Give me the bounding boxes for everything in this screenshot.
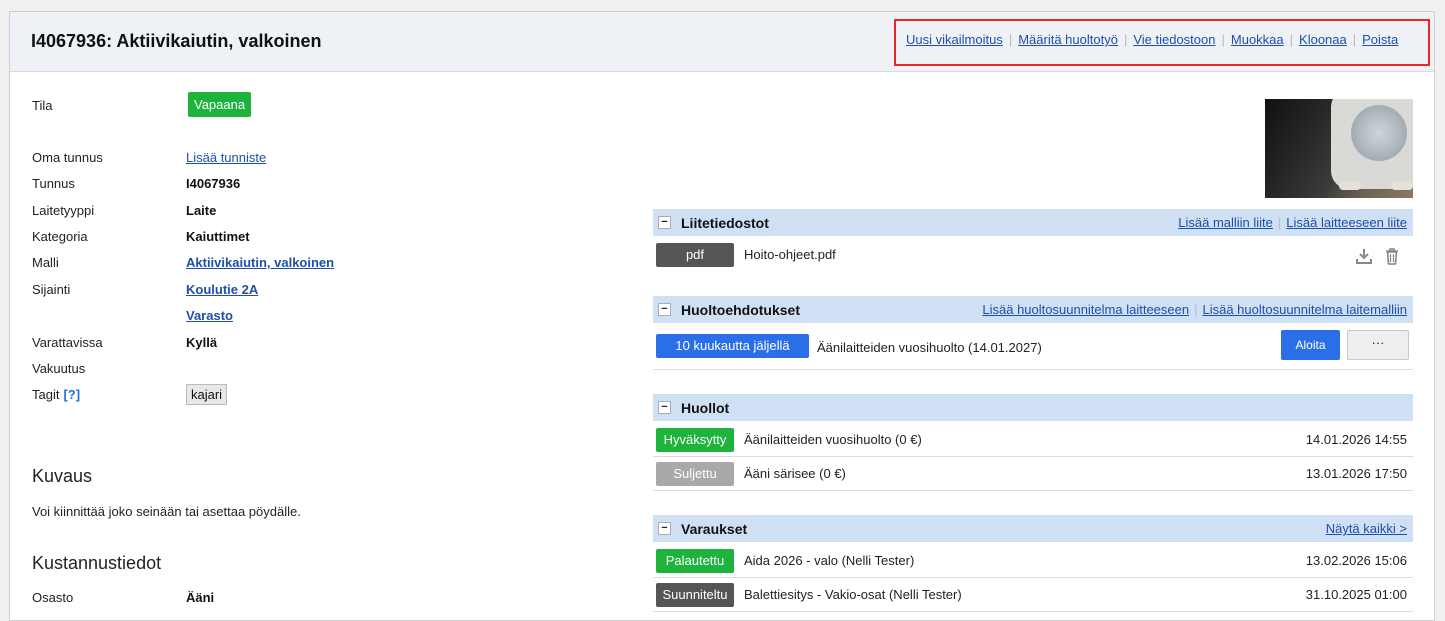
export-link[interactable]: Vie tiedostoon bbox=[1133, 32, 1215, 47]
services-header: − Huollot bbox=[653, 394, 1413, 421]
edit-link[interactable]: Muokkaa bbox=[1231, 32, 1284, 47]
add-plan-to-model-link[interactable]: Lisää huoltosuunnitelma laitemalliin bbox=[1202, 302, 1407, 317]
assign-maintenance-link[interactable]: Määritä huoltotyö bbox=[1018, 32, 1118, 47]
status-badge: Suljettu bbox=[656, 462, 734, 486]
separator: | bbox=[1277, 215, 1282, 230]
reservable-value: Kyllä bbox=[186, 335, 218, 350]
services-title: Huollot bbox=[681, 400, 730, 416]
add-identifier-link[interactable]: Lisää tunniste bbox=[186, 150, 266, 165]
insurance-label: Vakuutus bbox=[32, 361, 86, 376]
service-date: 13.01.2026 17:50 bbox=[1305, 466, 1407, 481]
status-badge: Vapaana bbox=[188, 92, 252, 117]
collapse-icon[interactable]: − bbox=[658, 401, 671, 414]
status-badge: Hyväksytty bbox=[656, 428, 734, 452]
separator: | bbox=[1008, 32, 1013, 47]
attachments-header: − Liitetiedostot Lisää malliin liite | Lis… bbox=[653, 209, 1413, 236]
delete-link[interactable]: Poista bbox=[1362, 32, 1398, 47]
department-label: Osasto bbox=[32, 590, 74, 605]
own-id-label: Oma tunnus bbox=[32, 150, 103, 165]
attachments-title: Liitetiedostot bbox=[681, 215, 769, 231]
new-fault-report-link[interactable]: Uusi vikailmoitus bbox=[906, 32, 1003, 47]
reservations-title: Varaukset bbox=[681, 521, 748, 537]
department-value: Ääni bbox=[186, 590, 215, 605]
description-heading: Kuvaus bbox=[32, 466, 93, 486]
device-type-value: Laite bbox=[186, 203, 217, 218]
status-badge: Palautettu bbox=[656, 549, 734, 573]
add-model-attachment-link[interactable]: Lisää malliin liite bbox=[1178, 215, 1273, 230]
separator: | bbox=[1221, 32, 1225, 47]
add-device-attachment-link[interactable]: Lisää laitteeseen liite bbox=[1286, 215, 1407, 230]
reservation-date: 13.02.2026 15:06 bbox=[1305, 553, 1407, 568]
reservation-row[interactable]: Palautettu Aida 2026 - valo (Nelli Teste… bbox=[653, 544, 1413, 578]
time-remaining-badge: 10 kuukautta jäljellä bbox=[656, 334, 809, 358]
item-detail-page: I4067936: Aktiivikaiutin, valkoinen Uusi… bbox=[9, 11, 1435, 621]
more-options-button[interactable]: ··· bbox=[1347, 330, 1409, 360]
start-button[interactable]: Aloita bbox=[1281, 330, 1340, 360]
maintenance-plan-row: 10 kuukautta jäljellä Äänilaitteiden vuo… bbox=[653, 325, 1413, 370]
separator: | bbox=[1289, 32, 1294, 47]
attachments-links: Lisää malliin liite | Lisää laitteeseen li… bbox=[1178, 215, 1407, 230]
location-link-storage[interactable]: Varasto bbox=[186, 308, 233, 323]
model-link[interactable]: Aktiivikaiutin, valkoinen bbox=[186, 255, 334, 270]
service-text: Äänilaitteiden vuosihuolto (0 €) bbox=[744, 432, 922, 447]
speaker-foot bbox=[1339, 181, 1361, 190]
reservation-text: Balettiesitys - Vakio-osat (Nelli Tester… bbox=[744, 587, 962, 602]
service-row[interactable]: Hyväksytty Äänilaitteiden vuosihuolto (0… bbox=[653, 423, 1413, 457]
separator: | bbox=[1194, 302, 1198, 317]
page-header: I4067936: Aktiivikaiutin, valkoinen Uusi… bbox=[10, 12, 1434, 72]
maintenance-plans-header: − Huoltoehdotukset Lisää huoltosuunnitel… bbox=[653, 296, 1413, 323]
collapse-icon[interactable]: − bbox=[658, 522, 671, 535]
device-type-label: Laitetyyppi bbox=[32, 203, 95, 218]
show-all-link[interactable]: Näytä kaikki > bbox=[1326, 521, 1407, 536]
reservation-date: 31.10.2025 01:00 bbox=[1305, 587, 1407, 602]
tags-label-row: Tagit [?] bbox=[32, 387, 80, 402]
attachment-row: pdf Hoito-ohjeet.pdf bbox=[653, 238, 1413, 273]
reservable-label: Varattavissa bbox=[32, 335, 103, 350]
header-actions: Uusi vikailmoitus | Määritä huoltotyö | Vie … bbox=[906, 32, 1398, 47]
service-text: Ääni särisee (0 €) bbox=[744, 466, 846, 481]
device-photo[interactable] bbox=[1265, 99, 1413, 198]
download-icon[interactable] bbox=[1355, 247, 1373, 265]
tag-chip[interactable]: kajari bbox=[186, 384, 228, 405]
speaker-foot bbox=[1391, 181, 1413, 190]
add-plan-to-device-link[interactable]: Lisää huoltosuunnitelma laitteeseen bbox=[982, 302, 1189, 317]
speaker-cone bbox=[1351, 105, 1407, 161]
maintenance-plans-links: Lisää huoltosuunnitelma laitteeseen | Lisä… bbox=[982, 302, 1407, 317]
tags-help-link[interactable]: [?] bbox=[63, 387, 80, 402]
id-label: Tunnus bbox=[32, 176, 75, 191]
clone-link[interactable]: Kloonaa bbox=[1299, 32, 1347, 47]
description-text: Voi kiinnittää joko seinään tai asettaa … bbox=[32, 504, 301, 519]
collapse-icon[interactable]: − bbox=[658, 303, 671, 316]
maintenance-plans-title: Huoltoehdotukset bbox=[681, 302, 800, 318]
file-type-badge: pdf bbox=[656, 243, 734, 267]
separator: | bbox=[1123, 32, 1128, 47]
costs-heading: Kustannustiedot bbox=[32, 553, 162, 573]
status-badge: Suunniteltu bbox=[656, 583, 734, 607]
service-date: 14.01.2026 14:55 bbox=[1305, 432, 1407, 447]
tags-label: Tagit bbox=[32, 387, 60, 402]
status-label: Tila bbox=[32, 98, 53, 113]
maintenance-plan-text: Äänilaitteiden vuosihuolto (14.01.2027) bbox=[817, 340, 1042, 355]
trash-icon[interactable] bbox=[1383, 247, 1401, 265]
category-label: Kategoria bbox=[32, 229, 88, 244]
reservations-links: Näytä kaikki > bbox=[1326, 521, 1407, 536]
category-value: Kaiuttimet bbox=[186, 229, 250, 244]
page-title: I4067936: Aktiivikaiutin, valkoinen bbox=[31, 31, 322, 51]
reservation-row[interactable]: Suunniteltu Balettiesitys - Vakio-osat (… bbox=[653, 578, 1413, 612]
id-value: I4067936 bbox=[186, 176, 241, 191]
collapse-icon[interactable]: − bbox=[658, 216, 671, 229]
service-row[interactable]: Suljettu Ääni särisee (0 €) 13.01.2026 1… bbox=[653, 457, 1413, 491]
model-label: Malli bbox=[32, 255, 59, 270]
reservation-text: Aida 2026 - valo (Nelli Tester) bbox=[744, 553, 915, 568]
reservations-header: − Varaukset Näytä kaikki > bbox=[653, 515, 1413, 542]
separator: | bbox=[1352, 32, 1357, 47]
location-label: Sijainti bbox=[32, 282, 71, 297]
location-link-building[interactable]: Koulutie 2A bbox=[186, 282, 258, 297]
attachment-name[interactable]: Hoito-ohjeet.pdf bbox=[744, 247, 836, 262]
